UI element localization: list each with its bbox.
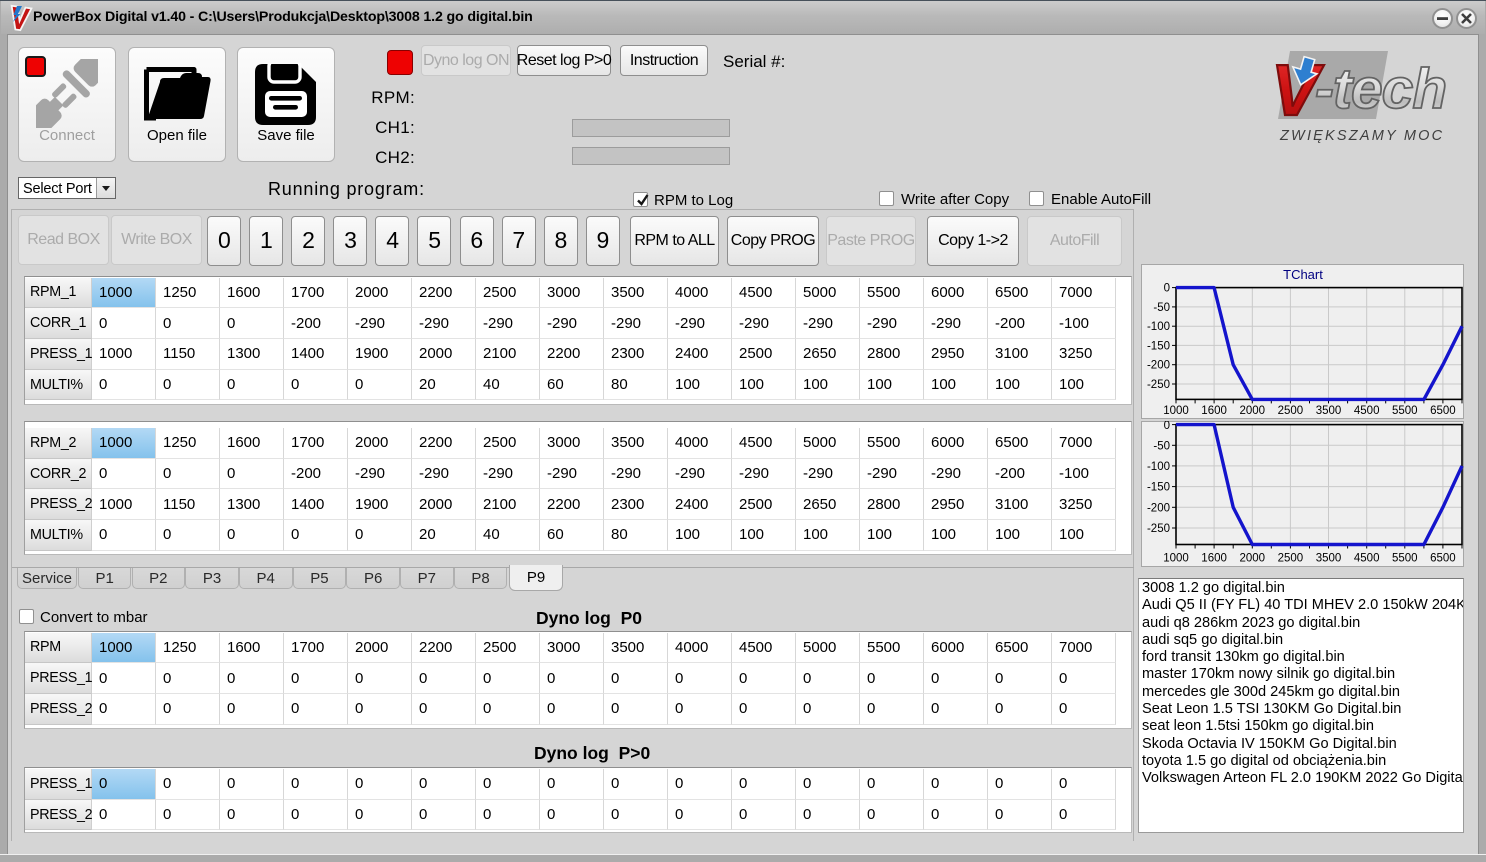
svg-text:6500: 6500	[1430, 405, 1456, 417]
svg-text:0: 0	[1164, 283, 1170, 295]
svg-text:-100: -100	[1147, 461, 1170, 473]
svg-text:1600: 1600	[1201, 553, 1227, 565]
svg-text:3500: 3500	[1316, 405, 1342, 417]
svg-text:-50: -50	[1153, 302, 1170, 314]
svg-text:2000: 2000	[1240, 553, 1266, 565]
svg-text:2000: 2000	[1240, 405, 1266, 417]
svg-text:-100: -100	[1147, 321, 1170, 333]
svg-text:1600: 1600	[1201, 405, 1227, 417]
svg-text:3500: 3500	[1316, 553, 1342, 565]
svg-text:ZWIĘKSZAMY MOC: ZWIĘKSZAMY MOC	[1279, 128, 1444, 144]
svg-text:-tech: -tech	[1315, 57, 1446, 121]
svg-text:2500: 2500	[1278, 405, 1304, 417]
svg-text:4500: 4500	[1354, 405, 1380, 417]
svg-text:1000: 1000	[1163, 405, 1189, 417]
svg-text:-200: -200	[1147, 502, 1170, 514]
svg-text:2500: 2500	[1278, 553, 1304, 565]
svg-text:6500: 6500	[1430, 553, 1456, 565]
svg-text:-150: -150	[1147, 340, 1170, 352]
svg-text:0: 0	[1164, 421, 1170, 432]
svg-text:4500: 4500	[1354, 553, 1380, 565]
svg-text:-200: -200	[1147, 360, 1170, 372]
svg-text:5500: 5500	[1392, 405, 1418, 417]
svg-text:-150: -150	[1147, 482, 1170, 494]
svg-text:-250: -250	[1147, 379, 1170, 391]
svg-text:TChart: TChart	[1283, 267, 1323, 282]
svg-text:5500: 5500	[1392, 553, 1418, 565]
svg-text:1000: 1000	[1163, 553, 1189, 565]
svg-text:-250: -250	[1147, 523, 1170, 535]
svg-text:-50: -50	[1153, 440, 1170, 452]
